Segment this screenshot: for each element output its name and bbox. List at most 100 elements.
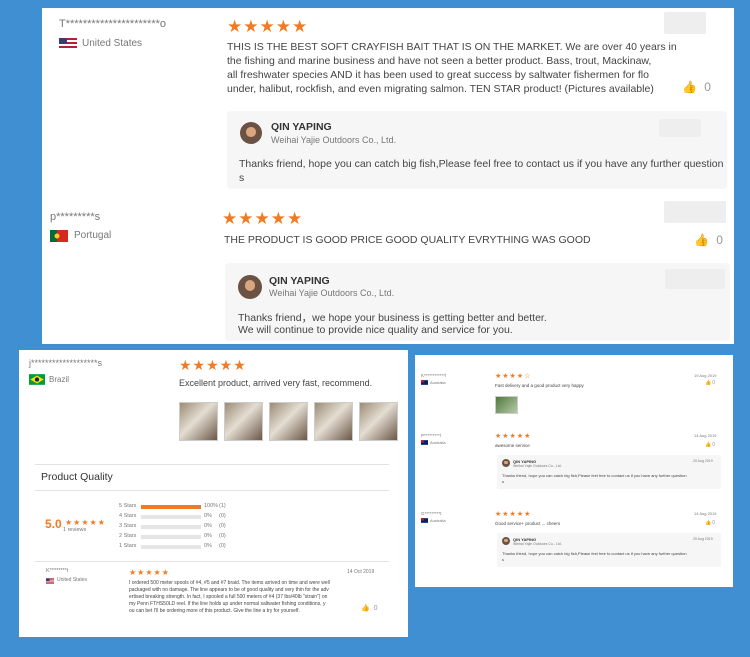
review-text-line: THIS IS THE BEST SOFT CRAYFISH BAIT THAT… bbox=[227, 41, 677, 53]
reply-date: 20 Aug 2019 bbox=[693, 459, 713, 463]
review-text-line: the fishing and marine business and have… bbox=[227, 55, 652, 67]
seller-reply: QIN YAPING Weihai Yajie Outdoors Co., Lt… bbox=[225, 263, 730, 341]
review-text-line: all freshwater species AND it has been u… bbox=[227, 69, 649, 81]
seller-reply: QIN YAPING Weihai Yajie Outdoors Co., Lt… bbox=[227, 111, 727, 189]
reviewer-name: T**********************o bbox=[59, 18, 167, 30]
reply-text-line: Thanks friend, hope you can catch big fi… bbox=[239, 158, 724, 170]
reply-text-line: We will continue to provide nice quality… bbox=[238, 324, 513, 336]
divider bbox=[35, 464, 389, 465]
reviewer-name: j*******************s bbox=[29, 358, 103, 368]
like-button[interactable]: 👍 0 bbox=[694, 233, 723, 247]
average-score: 5.0 bbox=[45, 517, 62, 531]
reviewer-name: G*********t bbox=[421, 511, 442, 516]
review-date: 14 Aug 2019 bbox=[694, 433, 717, 438]
reviewer-name: P*********l bbox=[421, 433, 441, 438]
review-text: THE PRODUCT IS GOOD PRICE GOOD QUALITY E… bbox=[224, 234, 591, 246]
dist-label: 3 Stars bbox=[119, 523, 137, 529]
reply-date: 20 Aug 2019 bbox=[693, 537, 713, 541]
seller-avatar bbox=[240, 122, 262, 144]
reviewer-name: K************l bbox=[421, 373, 447, 378]
dist-percent: 0% bbox=[204, 543, 212, 549]
like-button[interactable]: 👍0 bbox=[705, 520, 715, 526]
flag-australia-icon bbox=[421, 380, 428, 385]
review-text: Fast delivery and a good product very ha… bbox=[495, 383, 584, 388]
dist-label: 1 Stars bbox=[119, 543, 137, 549]
review-panel-bottom-right: K************l Australia ★★★★☆ 19 Aug 20… bbox=[415, 355, 733, 587]
rating-stars: ★★★★★ bbox=[129, 568, 170, 577]
like-button[interactable]: 👍0 bbox=[705, 442, 715, 448]
blurred-date bbox=[664, 201, 726, 223]
reviewer-country: Australia bbox=[430, 518, 446, 523]
reply-text-line: Thanks friend, hope you can catch big fi… bbox=[502, 473, 687, 478]
seller-avatar bbox=[502, 459, 510, 467]
dist-bar bbox=[141, 505, 201, 509]
like-button[interactable]: 👍 0 bbox=[361, 604, 378, 612]
review-text: Excellent product, arrived very fast, re… bbox=[179, 378, 373, 388]
reviewer-country: Australia bbox=[430, 440, 446, 445]
thumbs-up-icon: 👍 bbox=[705, 380, 712, 386]
dist-percent: 0% bbox=[204, 523, 212, 529]
review-text-line: under, halibut, rockfish, and even migra… bbox=[227, 83, 654, 95]
seller-name: QIN YAPING bbox=[269, 275, 330, 287]
review-text-line: packaged with no damage. The line appear… bbox=[129, 587, 329, 593]
blurred-date bbox=[659, 119, 701, 137]
reviewer-country: United States bbox=[82, 38, 143, 49]
dist-label: 4 Stars bbox=[119, 513, 137, 519]
seller-company: Weihai Yajie Outdoors Co., Ltd. bbox=[269, 288, 395, 298]
rating-stars: ★★★★★ bbox=[227, 17, 309, 36]
review-photo[interactable] bbox=[269, 402, 308, 441]
reviewer-country: Australia bbox=[430, 380, 446, 385]
review-text-line: ou can bet I'll be ordering more of this… bbox=[129, 608, 300, 614]
reply-text-line: s bbox=[239, 172, 245, 184]
dist-percent: 100% bbox=[204, 503, 219, 509]
rating-stars: ★★★★★ bbox=[222, 209, 304, 228]
review-photo[interactable] bbox=[314, 402, 353, 441]
blurred-date bbox=[664, 12, 706, 34]
reviewer-name: p*********s bbox=[50, 211, 101, 223]
like-button[interactable]: 👍0 bbox=[705, 380, 715, 386]
review-text-line: my Penn FTHS50LD reel. If the line holds… bbox=[129, 601, 326, 607]
flag-us-icon bbox=[59, 38, 77, 50]
seller-avatar bbox=[238, 275, 262, 299]
review-photo[interactable] bbox=[179, 402, 218, 441]
reviewer-country: United States bbox=[57, 577, 88, 583]
dist-bar-fill bbox=[141, 505, 201, 509]
blurred-date bbox=[665, 269, 725, 289]
like-count: 0 bbox=[712, 442, 716, 448]
reply-text-line: s bbox=[502, 557, 504, 562]
like-count: 0 bbox=[712, 380, 716, 386]
review-panel-bottom-left: j*******************s Brazil ★★★★★ Excel… bbox=[19, 350, 408, 637]
reviewer-name: K********t bbox=[46, 568, 69, 574]
review-date: 19 Aug 2019 bbox=[694, 373, 717, 378]
review-text-line: I ordered 500 meter spools of #4, #5 and… bbox=[129, 580, 330, 586]
dist-label: 5 Stars bbox=[119, 503, 137, 509]
thumbs-up-icon: 👍 bbox=[361, 605, 370, 612]
rating-stars: ★★★★★ bbox=[495, 511, 532, 518]
dist-label: 2 Stars bbox=[119, 533, 137, 539]
review-photo[interactable] bbox=[359, 402, 398, 441]
dist-bar bbox=[141, 535, 201, 539]
like-button[interactable]: 👍 0 bbox=[682, 80, 711, 94]
thumbs-up-icon: 👍 bbox=[705, 520, 712, 526]
dist-count: (0) bbox=[219, 523, 226, 529]
seller-reply: QIN YAPING Weihai Yajie Outdoors Co., Lt… bbox=[497, 455, 721, 489]
average-stars: ★★★★★ bbox=[65, 518, 106, 527]
thumbs-up-icon: 👍 bbox=[682, 80, 697, 94]
thumbs-up-icon: 👍 bbox=[694, 233, 709, 247]
dist-count: (0) bbox=[219, 543, 226, 549]
reply-text-line: s bbox=[502, 479, 504, 484]
dist-count: (1) bbox=[219, 503, 226, 509]
flag-portugal-icon bbox=[50, 230, 68, 242]
dist-count: (0) bbox=[219, 533, 226, 539]
review-text: awesome service bbox=[495, 443, 530, 448]
like-count: 0 bbox=[373, 605, 378, 612]
dist-percent: 0% bbox=[204, 533, 212, 539]
flag-us-icon bbox=[46, 578, 54, 584]
divider bbox=[35, 561, 389, 562]
review-photo[interactable] bbox=[495, 396, 518, 414]
dist-bar bbox=[141, 525, 201, 529]
like-count: 0 bbox=[716, 233, 723, 247]
rating-stars: ★★★★★ bbox=[495, 433, 532, 440]
rating-stars: ★★★★★ bbox=[179, 357, 247, 373]
review-photo[interactable] bbox=[224, 402, 263, 441]
